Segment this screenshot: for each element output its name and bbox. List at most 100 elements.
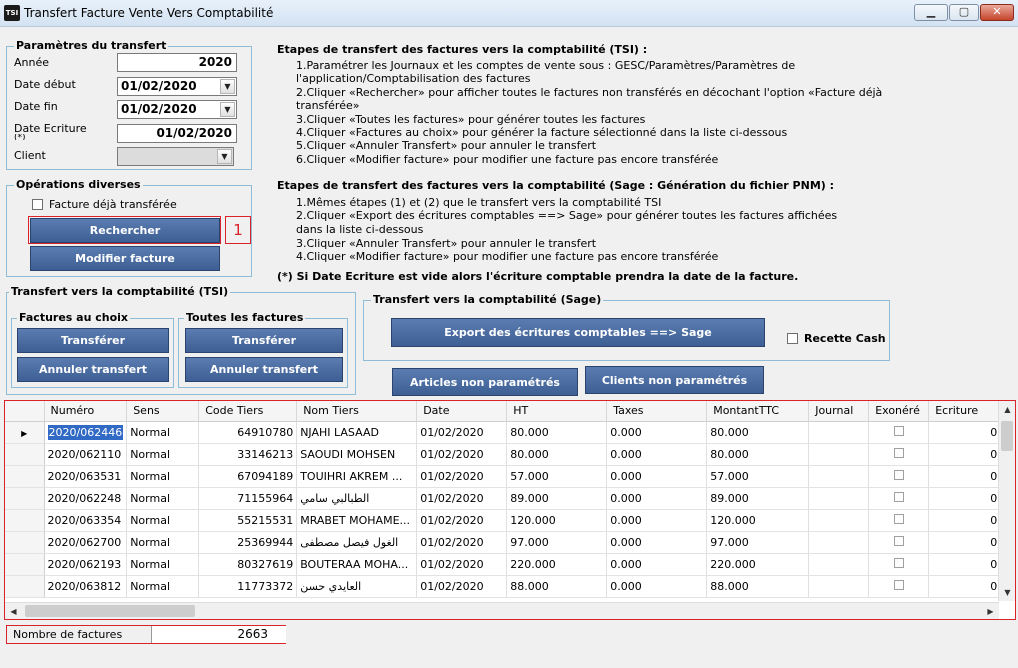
cell-numero[interactable]: 2020/062193 — [44, 553, 128, 576]
cell-sens[interactable]: Normal — [126, 553, 200, 576]
cell-journal[interactable] — [808, 443, 870, 466]
cell-exonere[interactable] — [868, 575, 930, 598]
cell-sens[interactable]: Normal — [126, 509, 200, 532]
col-ht[interactable]: HT — [506, 401, 608, 422]
annuler-toutes-button[interactable]: Annuler transfert — [185, 357, 343, 382]
cell-journal[interactable] — [808, 421, 870, 444]
row-header[interactable] — [5, 487, 45, 510]
row-header[interactable] — [5, 531, 45, 554]
cell-numero[interactable]: 2020/062110 — [44, 443, 128, 466]
cell-taxes[interactable]: 0.000 — [606, 421, 708, 444]
chevron-down-icon[interactable]: ▼ — [220, 79, 235, 94]
cell-exonere[interactable] — [868, 487, 930, 510]
cell-nom[interactable]: BOUTERAA MOHA... — [296, 553, 418, 576]
table-row[interactable]: 2020/063812 Normal 11773372 العايدي حسن 01/0… — [5, 575, 1009, 598]
table-row[interactable]: 2020/063354 Normal 55215531 MRABET MOHAME..… — [5, 509, 1009, 532]
cell-sens[interactable]: Normal — [126, 465, 200, 488]
exonere-checkbox[interactable] — [893, 491, 904, 502]
cell-ht[interactable]: 89.000 — [506, 487, 608, 510]
cell-ecriture[interactable]: 0 — [928, 531, 1002, 554]
cell-exonere[interactable] — [868, 531, 930, 554]
row-header[interactable] — [5, 509, 45, 532]
cell-taxes[interactable]: 0.000 — [606, 553, 708, 576]
cell-ecriture[interactable]: 0 — [928, 465, 1002, 488]
exonere-checkbox[interactable] — [893, 425, 904, 436]
cell-date[interactable]: 01/02/2020 — [416, 465, 508, 488]
cell-code[interactable]: 71155964 — [198, 487, 298, 510]
cell-ttc[interactable]: 89.000 — [706, 487, 810, 510]
cell-nom[interactable]: العايدي حسن — [296, 575, 418, 598]
table-row[interactable]: 2020/062110 Normal 33146213 SAOUDI MOHSEN 01… — [5, 443, 1009, 466]
cell-ttc[interactable]: 220.000 — [706, 553, 810, 576]
cell-journal[interactable] — [808, 509, 870, 532]
horizontal-scrollbar[interactable]: ◀ ▶ — [5, 602, 999, 619]
col-code-tiers[interactable]: Code Tiers — [198, 401, 298, 422]
cell-code[interactable]: 11773372 — [198, 575, 298, 598]
cell-date[interactable]: 01/02/2020 — [416, 421, 508, 444]
scroll-left-icon[interactable]: ◀ — [5, 603, 22, 619]
cell-ecriture[interactable]: 0 — [928, 443, 1002, 466]
cell-code[interactable]: 67094189 — [198, 465, 298, 488]
cell-journal[interactable] — [808, 553, 870, 576]
cell-nom[interactable]: الغول فيصل مصطفى — [296, 531, 418, 554]
cell-taxes[interactable]: 0.000 — [606, 531, 708, 554]
vertical-scrollbar[interactable]: ▲ ▼ — [998, 401, 1015, 601]
cell-exonere[interactable] — [868, 465, 930, 488]
cell-taxes[interactable]: 0.000 — [606, 509, 708, 532]
cell-taxes[interactable]: 0.000 — [606, 575, 708, 598]
cell-ttc[interactable]: 57.000 — [706, 465, 810, 488]
annuler-choix-button[interactable]: Annuler transfert — [17, 357, 169, 382]
cell-ecriture[interactable]: 0 — [928, 575, 1002, 598]
cell-taxes[interactable]: 0.000 — [606, 487, 708, 510]
facture-deja-checkbox[interactable] — [32, 199, 43, 210]
factures-grid[interactable]: Numéro Sens Code Tiers Nom Tiers Date HT… — [4, 400, 1016, 620]
cell-taxes[interactable]: 0.000 — [606, 443, 708, 466]
cell-code[interactable]: 33146213 — [198, 443, 298, 466]
cell-ht[interactable]: 80.000 — [506, 421, 608, 444]
table-row[interactable]: ▶ 2020/062446 Normal 64910780 NJAHI LASAAD 01… — [5, 421, 1009, 444]
cell-sens[interactable]: Normal — [126, 575, 200, 598]
exonere-checkbox[interactable] — [893, 447, 904, 458]
date-fin-picker[interactable]: 01/02/2020 ▼ — [117, 100, 237, 119]
cell-sens[interactable]: Normal — [126, 487, 200, 510]
cell-ht[interactable]: 80.000 — [506, 443, 608, 466]
exonere-checkbox[interactable] — [893, 579, 904, 590]
cell-code[interactable]: 55215531 — [198, 509, 298, 532]
cell-numero[interactable]: 2020/063531 — [44, 465, 128, 488]
recette-cash-checkbox[interactable] — [787, 333, 798, 344]
cell-date[interactable]: 01/02/2020 — [416, 509, 508, 532]
chevron-down-icon[interactable]: ▼ — [217, 149, 232, 164]
cell-date[interactable]: 01/02/2020 — [416, 487, 508, 510]
table-row[interactable]: 2020/062248 Normal 71155964 الطبالبي سامي 01… — [5, 487, 1009, 510]
cell-journal[interactable] — [808, 575, 870, 598]
cell-exonere[interactable] — [868, 509, 930, 532]
cell-sens[interactable]: Normal — [126, 421, 200, 444]
cell-exonere[interactable] — [868, 443, 930, 466]
exonere-checkbox[interactable] — [893, 557, 904, 568]
col-numero[interactable]: Numéro — [44, 401, 128, 422]
row-header[interactable] — [5, 575, 45, 598]
cell-nom[interactable]: NJAHI LASAAD — [296, 421, 418, 444]
cell-journal[interactable] — [808, 531, 870, 554]
cell-sens[interactable]: Normal — [126, 531, 200, 554]
cell-code[interactable]: 25369944 — [198, 531, 298, 554]
cell-exonere[interactable] — [868, 421, 930, 444]
transferer-toutes-button[interactable]: Transférer — [185, 328, 343, 353]
cell-numero[interactable]: 2020/062248 — [44, 487, 128, 510]
close-button[interactable]: ✕ — [980, 4, 1014, 21]
cell-nom[interactable]: TOUIHRI AKREM ... — [296, 465, 418, 488]
col-date[interactable]: Date — [416, 401, 508, 422]
scroll-down-icon[interactable]: ▼ — [999, 584, 1015, 601]
cell-ttc[interactable]: 120.000 — [706, 509, 810, 532]
exonere-checkbox[interactable] — [893, 535, 904, 546]
client-select[interactable]: ▼ — [117, 147, 234, 166]
cell-code[interactable]: 80327619 — [198, 553, 298, 576]
col-montant-ttc[interactable]: MontantTTC — [706, 401, 810, 422]
table-row[interactable]: 2020/063531 Normal 67094189 TOUIHRI AKREM .… — [5, 465, 1009, 488]
cell-ecriture[interactable]: 0 — [928, 509, 1002, 532]
col-nom-tiers[interactable]: Nom Tiers — [296, 401, 418, 422]
scroll-up-icon[interactable]: ▲ — [999, 401, 1015, 418]
date-ecriture-field[interactable]: 01/02/2020 — [117, 124, 237, 143]
row-header[interactable] — [5, 553, 45, 576]
cell-ttc[interactable]: 97.000 — [706, 531, 810, 554]
